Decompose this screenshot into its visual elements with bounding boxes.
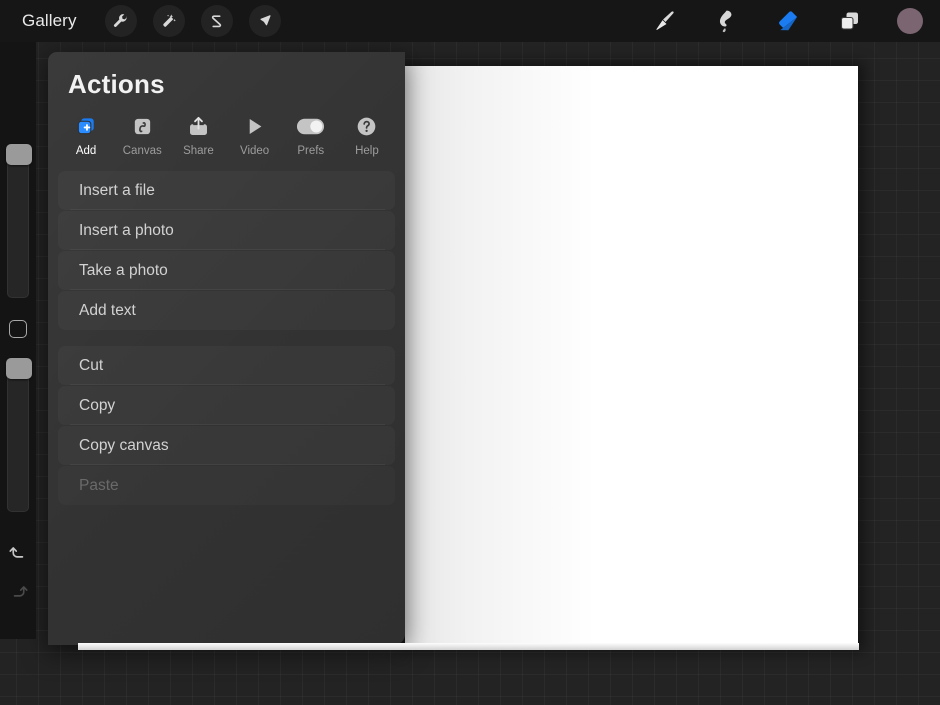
menu-item-insert-a-photo[interactable]: Insert a photo [58, 211, 395, 250]
panel-tabs: Add Canvas Share Video Prefs Help [58, 114, 395, 157]
opacity-slider[interactable] [6, 358, 32, 512]
menu-item-copy[interactable]: Copy [58, 386, 395, 425]
modify-button[interactable] [9, 320, 27, 338]
actions-wrench-button[interactable] [104, 5, 137, 37]
tab-label: Video [239, 145, 270, 157]
toggle-icon [296, 114, 325, 138]
tab-add[interactable]: Add [58, 114, 114, 157]
canvas-bottom-edge [78, 643, 859, 650]
menu-group-add: Insert a file Insert a photo Take a phot… [58, 171, 395, 330]
tab-help[interactable]: Help [339, 114, 395, 157]
paint-tool-button[interactable] [649, 6, 679, 36]
paintbrush-icon [651, 8, 677, 34]
tab-label: Help [355, 145, 379, 157]
canvas-icon [131, 114, 154, 138]
tool-group-left [104, 5, 281, 37]
tab-share[interactable]: Share [170, 114, 226, 157]
smudge-tool-button[interactable] [711, 6, 741, 36]
actions-panel: Actions Add Canvas Share Video Prefs Hel… [48, 52, 405, 645]
panel-title: Actions [68, 69, 165, 99]
share-icon [187, 114, 210, 138]
arrow-icon [256, 13, 273, 30]
add-stack-icon [75, 114, 98, 138]
undo-button[interactable] [8, 542, 29, 563]
color-swatch-button[interactable] [897, 8, 923, 34]
brush-size-slider-handle[interactable] [6, 144, 32, 165]
menu-item-paste: Paste [58, 466, 395, 505]
smudge-icon [713, 8, 739, 34]
tab-label: Canvas [122, 145, 162, 157]
history-controls [8, 542, 29, 602]
tab-label: Share [183, 145, 214, 157]
left-sidebar [0, 42, 36, 639]
menu-item-take-a-photo[interactable]: Take a photo [58, 251, 395, 290]
tab-canvas[interactable]: Canvas [114, 114, 170, 157]
wrench-icon [112, 13, 129, 30]
actions-menu-list: Insert a file Insert a photo Take a phot… [48, 171, 405, 505]
tab-label: Prefs [297, 145, 325, 157]
transform-arrow-button[interactable] [248, 5, 281, 37]
erase-tool-button[interactable] [773, 6, 803, 36]
tab-prefs[interactable]: Prefs [283, 114, 339, 157]
drawing-canvas[interactable] [405, 66, 858, 649]
menu-item-insert-a-file[interactable]: Insert a file [58, 171, 395, 210]
menu-item-cut[interactable]: Cut [58, 346, 395, 385]
procreate-app: Gallery Actions Add Canvas Share Video P… [0, 0, 940, 705]
tool-group-right [649, 6, 923, 36]
redo-button[interactable] [8, 581, 29, 602]
layers-button[interactable] [835, 6, 865, 36]
opacity-slider-handle[interactable] [6, 358, 32, 379]
video-play-icon [243, 114, 266, 138]
menu-item-copy-canvas[interactable]: Copy canvas [58, 426, 395, 465]
adjustments-wand-button[interactable] [152, 5, 185, 37]
selection-button[interactable] [200, 5, 233, 37]
top-toolbar: Gallery [0, 0, 940, 42]
tab-label: Add [75, 145, 97, 157]
menu-group-clipboard: Cut Copy Copy canvas Paste [58, 346, 395, 505]
layers-icon [838, 9, 862, 33]
wand-icon [160, 13, 177, 30]
gallery-button[interactable]: Gallery [15, 8, 84, 34]
selection-icon [208, 13, 225, 30]
help-question-icon [355, 114, 378, 138]
tab-video[interactable]: Video [227, 114, 283, 157]
brush-size-slider[interactable] [6, 144, 32, 298]
eraser-icon [775, 8, 801, 34]
menu-group-divider [58, 330, 395, 346]
menu-item-add-text[interactable]: Add text [58, 291, 395, 330]
